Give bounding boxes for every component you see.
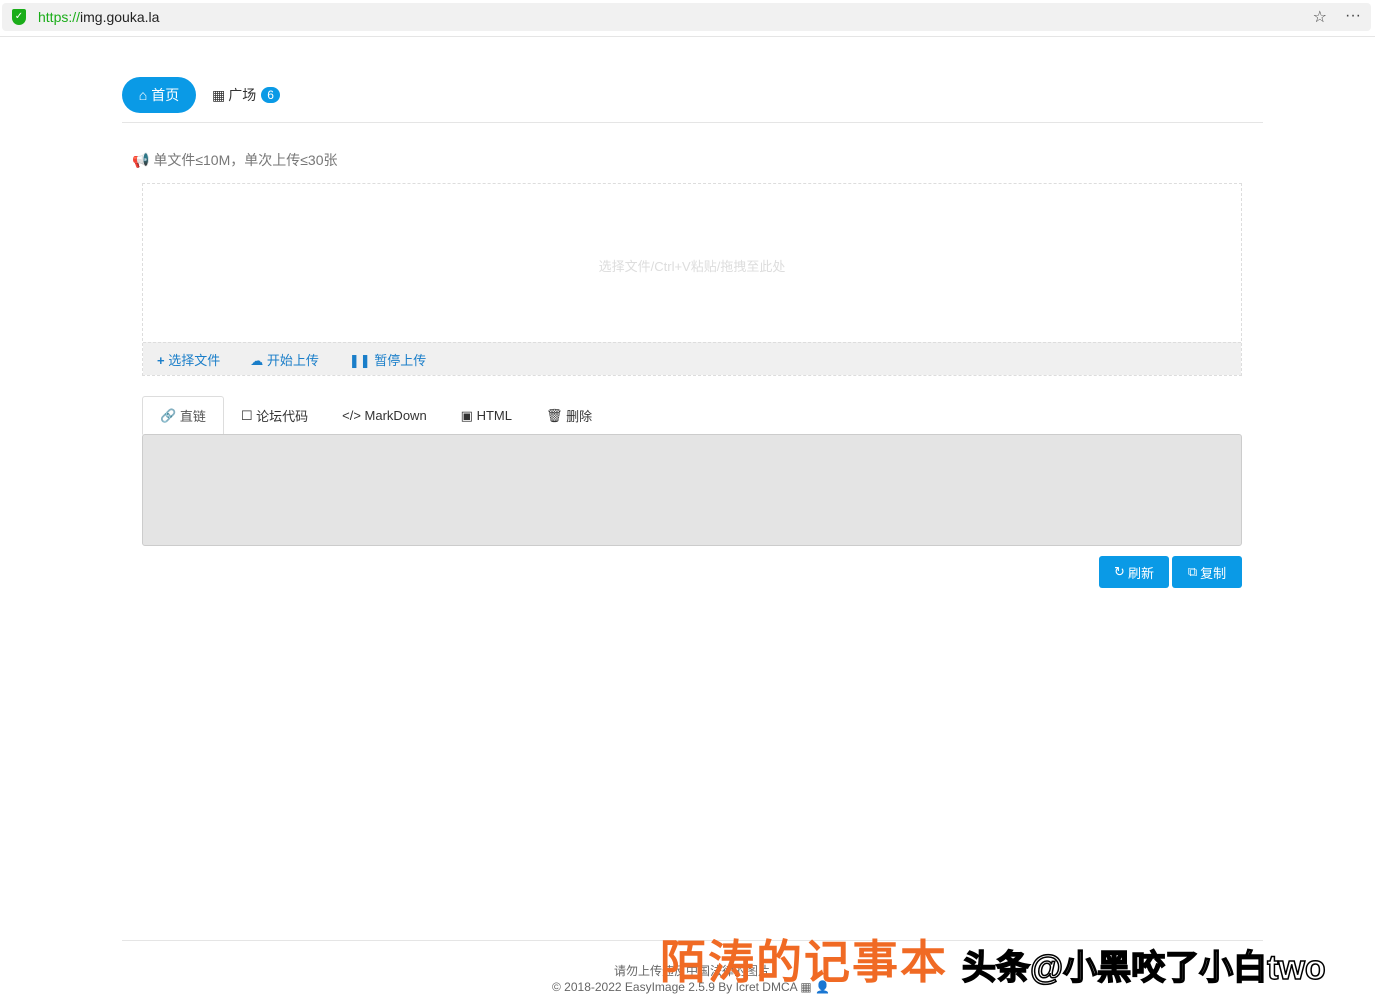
upload-toolbar: + 选择文件 ☁ 开始上传 ❚❚ 暂停上传 xyxy=(143,342,1241,375)
code-icon: </> xyxy=(342,408,361,423)
count-badge: 6 xyxy=(261,87,280,103)
choose-file-button[interactable]: + 选择文件 xyxy=(157,350,220,369)
more-icon[interactable]: ··· xyxy=(1345,7,1361,27)
main-nav: ⌂ 首页 ▦ 广场 6 xyxy=(122,77,280,113)
url-text[interactable]: https://img.gouka.la xyxy=(38,9,159,25)
trash-icon: 🗑 xyxy=(545,407,563,423)
bullhorn-icon: 📢 xyxy=(132,152,150,168)
grid-icon: ▦ xyxy=(212,86,226,103)
upload-notice: 📢 单文件≤10M，单次上传≤30张 xyxy=(132,152,338,168)
address-bar[interactable]: ✓ https://img.gouka.la ☆ ··· xyxy=(2,3,1371,31)
copy-button[interactable]: ⧉ 复制 xyxy=(1172,556,1242,588)
upload-dropzone[interactable]: 选择文件/Ctrl+V粘贴/拖拽至此处 + 选择文件 ☁ 开始上传 ❚❚ 暂停上… xyxy=(142,183,1242,376)
refresh-icon: ↻ xyxy=(1114,564,1125,579)
tab-forum-code[interactable]: ☐ 论坛代码 xyxy=(224,396,325,435)
link-icon: 🔗 xyxy=(160,407,177,423)
watermark: 头条@小黑咬了小白two xyxy=(961,948,1326,988)
link-format-tabs: 🔗 直链 ☐ 论坛代码 </> MarkDown ▣ HTML 🗑 删除 xyxy=(142,396,609,435)
links-textarea[interactable] xyxy=(142,434,1242,546)
cloud-upload-icon: ☁ xyxy=(250,352,264,368)
comment-icon: ☐ xyxy=(240,407,253,423)
tab-html[interactable]: ▣ HTML xyxy=(444,396,529,435)
home-icon: ⌂ xyxy=(138,87,148,103)
pause-upload-button[interactable]: ❚❚ 暂停上传 xyxy=(349,350,426,369)
nav-home[interactable]: ⌂ 首页 xyxy=(122,77,196,113)
divider xyxy=(0,36,1375,37)
tab-delete[interactable]: 🗑 删除 xyxy=(529,396,609,435)
dropzone-hint: 选择文件/Ctrl+V粘贴/拖拽至此处 xyxy=(598,259,786,274)
tab-markdown[interactable]: </> MarkDown xyxy=(325,396,444,435)
start-upload-button[interactable]: ☁ 开始上传 xyxy=(250,350,319,369)
refresh-button[interactable]: ↻ 刷新 xyxy=(1099,556,1169,588)
divider xyxy=(122,122,1263,123)
star-icon[interactable]: ☆ xyxy=(1313,7,1327,27)
plus-icon: + xyxy=(157,352,165,368)
nav-square[interactable]: ▦ 广场 6 xyxy=(212,85,280,105)
pause-icon: ❚❚ xyxy=(348,352,371,368)
tab-direct-link[interactable]: 🔗 直链 xyxy=(142,396,224,435)
copy-icon: ⧉ xyxy=(1187,564,1198,579)
secure-shield-icon: ✓ xyxy=(12,9,26,25)
html5-icon: ▣ xyxy=(460,407,473,423)
watermark: 陌涛的记事本 xyxy=(660,936,948,988)
